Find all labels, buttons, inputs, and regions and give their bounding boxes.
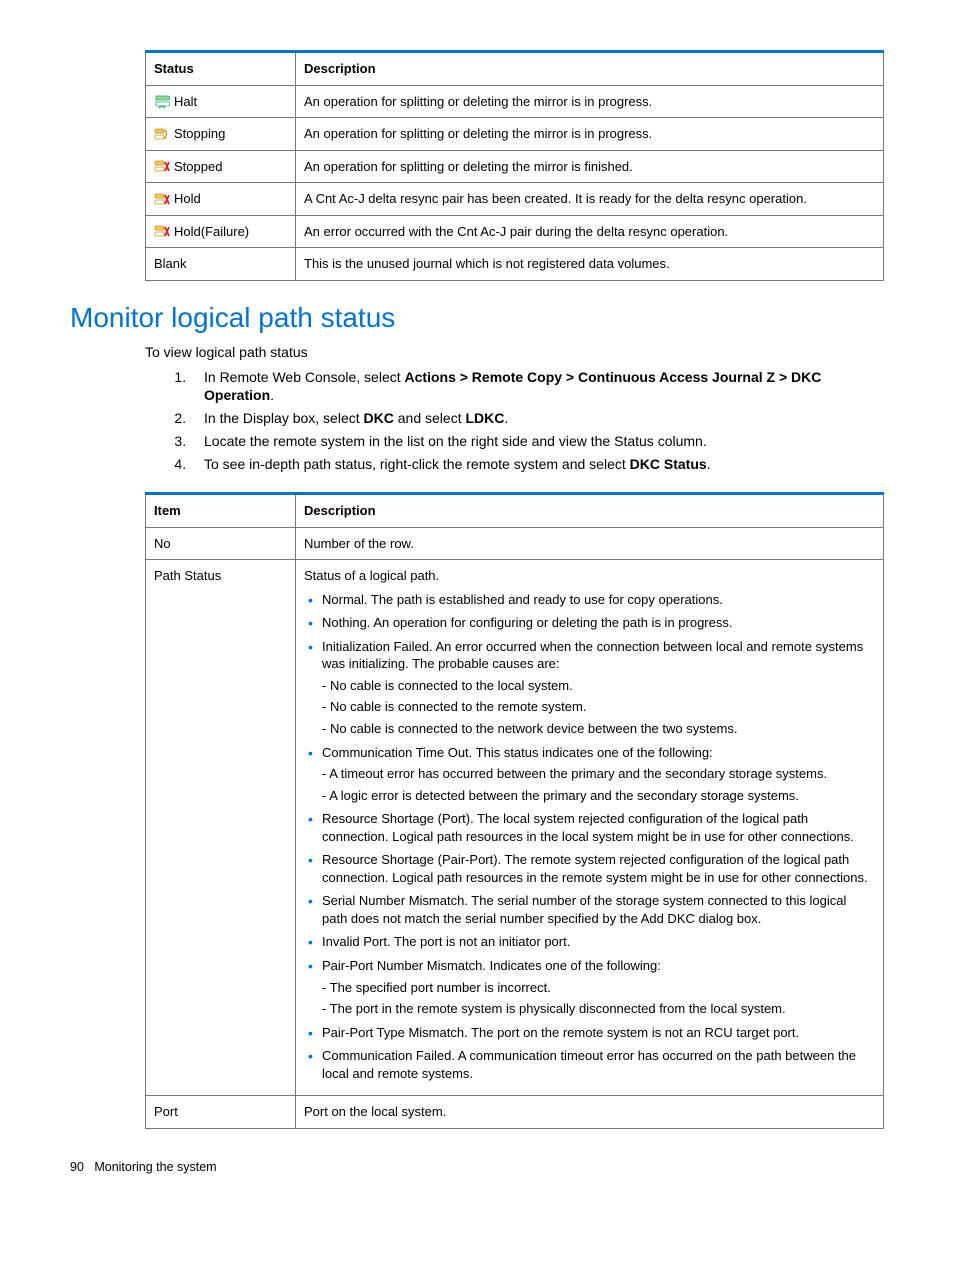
status-label: Stopping [174, 126, 225, 141]
status-desc: An operation for splitting or deleting t… [296, 118, 884, 151]
list-item: Serial Number Mismatch. The serial numbe… [322, 892, 875, 927]
list-item: Communication Failed. A communication ti… [322, 1047, 875, 1082]
status-desc: An operation for splitting or deleting t… [296, 85, 884, 118]
col-description: Description [296, 494, 884, 528]
item-label: No [146, 527, 296, 560]
status-desc: This is the unused journal which is not … [296, 248, 884, 281]
table-row: Hold A Cnt Ac-J delta resync pair has be… [146, 183, 884, 216]
list-item: Nothing. An operation for configuring or… [322, 614, 875, 632]
item-desc: Number of the row. [296, 527, 884, 560]
status-desc: An error occurred with the Cnt Ac-J pair… [296, 215, 884, 248]
table-row: Stopping An operation for splitting or d… [146, 118, 884, 151]
step-2: In the Display box, select DKC and selec… [190, 409, 884, 428]
section-heading: Monitor logical path status [70, 299, 884, 337]
status-label: Hold(Failure) [174, 224, 249, 239]
stopping-icon [154, 127, 170, 143]
item-desc: Status of a logical path. Normal. The pa… [296, 560, 884, 1096]
list-item: Initialization Failed. An error occurred… [322, 638, 875, 738]
table-row: Path Status Status of a logical path. No… [146, 560, 884, 1096]
table-row: Blank This is the unused journal which i… [146, 248, 884, 281]
list-item: Invalid Port. The port is not an initiat… [322, 933, 875, 951]
footer-title: Monitoring the system [94, 1160, 216, 1174]
col-status: Status [146, 52, 296, 86]
list-item: Normal. The path is established and read… [322, 591, 875, 609]
table-row: Hold(Failure) An error occurred with the… [146, 215, 884, 248]
col-description: Description [296, 52, 884, 86]
status-table: Status Description Halt An operation for… [145, 50, 884, 281]
item-label: Path Status [146, 560, 296, 1096]
stopped-icon [154, 159, 170, 175]
status-label: Halt [174, 94, 197, 109]
col-item: Item [146, 494, 296, 528]
step-1: In Remote Web Console, select Actions > … [190, 368, 884, 406]
halt-icon [154, 94, 170, 110]
table-row: Port Port on the local system. [146, 1096, 884, 1129]
status-label: Hold [174, 191, 201, 206]
list-item: Resource Shortage (Port). The local syst… [322, 810, 875, 845]
list-item: Pair-Port Number Mismatch. Indicates one… [322, 957, 875, 1018]
status-desc: A Cnt Ac-J delta resync pair has been cr… [296, 183, 884, 216]
hold-failure-icon [154, 224, 170, 240]
list-item: Resource Shortage (Pair-Port). The remot… [322, 851, 875, 886]
table-row: No Number of the row. [146, 527, 884, 560]
step-3: Locate the remote system in the list on … [190, 432, 884, 451]
page-footer: 90 Monitoring the system [70, 1159, 884, 1176]
hold-icon [154, 192, 170, 208]
list-item: Communication Time Out. This status indi… [322, 744, 875, 805]
item-label: Port [146, 1096, 296, 1129]
table-row: Stopped An operation for splitting or de… [146, 150, 884, 183]
item-desc: Port on the local system. [296, 1096, 884, 1129]
item-table: Item Description No Number of the row. P… [145, 492, 884, 1129]
status-label: Stopped [174, 159, 222, 174]
status-desc: An operation for splitting or deleting t… [296, 150, 884, 183]
status-label: Blank [154, 256, 187, 271]
table-row: Halt An operation for splitting or delet… [146, 85, 884, 118]
list-item: Pair-Port Type Mismatch. The port on the… [322, 1024, 875, 1042]
steps-list: In Remote Web Console, select Actions > … [145, 368, 884, 474]
page-number: 90 [70, 1160, 84, 1174]
intro-text: To view logical path status [145, 343, 884, 362]
step-4: To see in-depth path status, right-click… [190, 455, 884, 474]
